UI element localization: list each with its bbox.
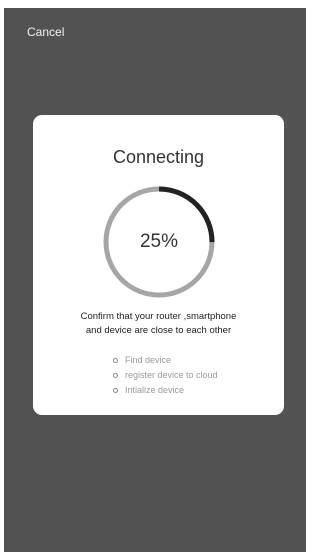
step-list: Find device register device to cloud Int… — [113, 353, 218, 398]
message-line-1: Confirm that your router ,smartphone — [80, 311, 237, 322]
circle-bullet-icon — [113, 388, 118, 393]
step-item: Intialize device — [113, 383, 218, 398]
step-item: Find device — [113, 353, 218, 368]
step-item: register device to cloud — [113, 368, 218, 383]
circle-bullet-icon — [113, 358, 118, 363]
dialog-title: Connecting — [112, 147, 205, 167]
app-screen: Cancel Connecting 25% Confirm that your … — [4, 8, 306, 552]
connecting-dialog: Connecting 25% Confirm that your router … — [33, 115, 284, 415]
circle-bullet-icon — [113, 373, 118, 378]
confirm-message: Confirm that your router ,smartphone and… — [43, 310, 274, 338]
step-label: register device to cloud — [125, 370, 218, 380]
step-label: Find device — [125, 355, 172, 365]
progress-percent: 25% — [139, 231, 179, 252]
step-label: Intialize device — [125, 385, 185, 395]
cancel-button[interactable]: Cancel — [27, 25, 64, 39]
message-line-2: and device are close to each other — [85, 325, 232, 336]
